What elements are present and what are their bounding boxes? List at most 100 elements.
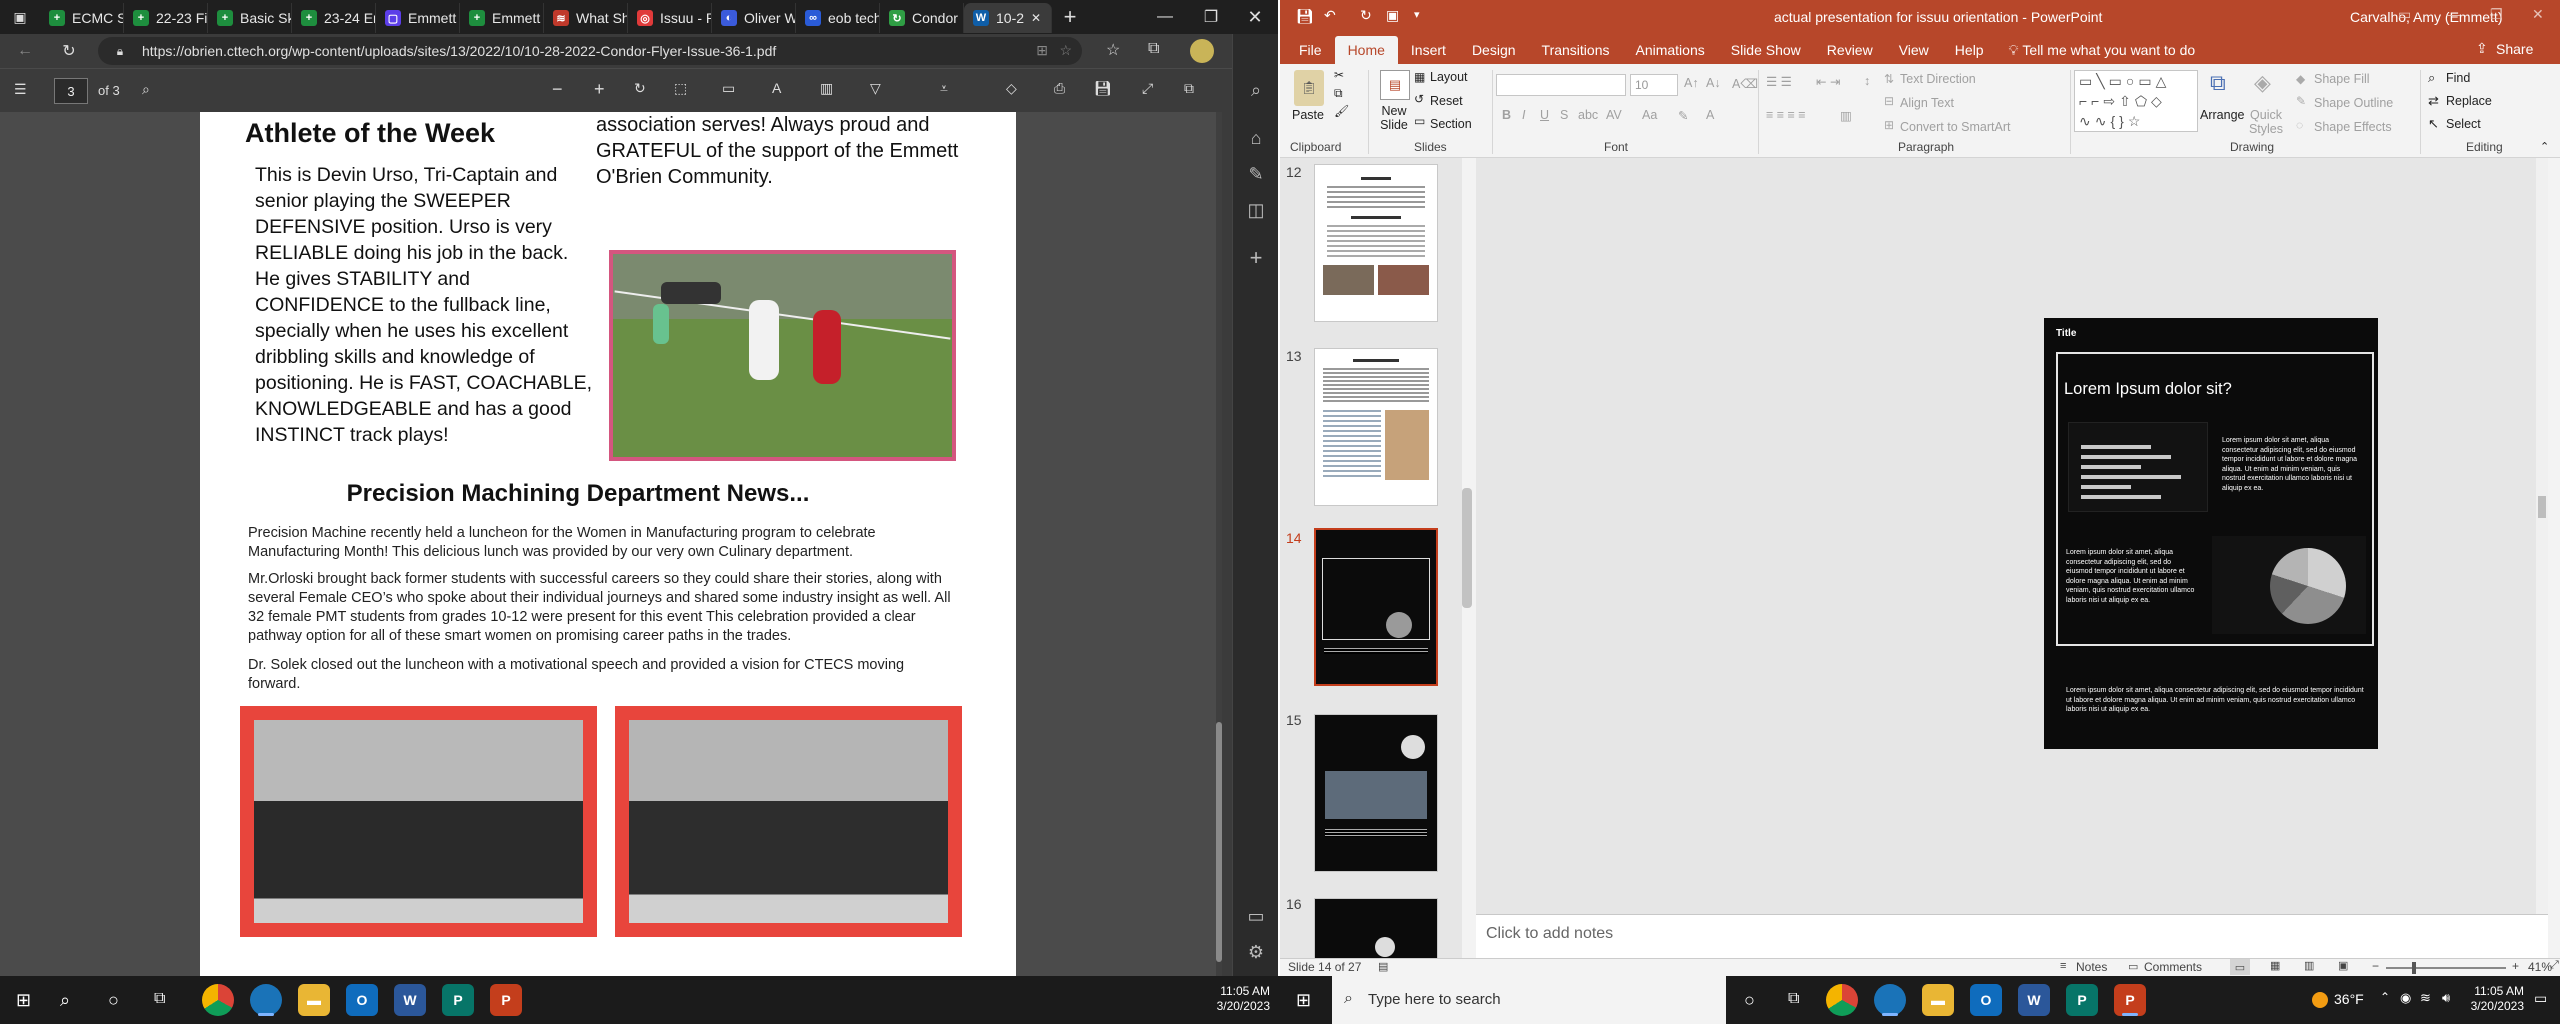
- slide-editor[interactable]: Title Lorem Ipsum dolor sit? Lorem ipsum…: [1476, 158, 2548, 914]
- close-tab-icon[interactable]: ✕: [1031, 11, 1041, 25]
- font-color-icon[interactable]: A: [1706, 108, 1714, 122]
- slide-paragraph-right[interactable]: Lorem ipsum dolor sit amet, aliqua conse…: [2222, 436, 2358, 493]
- fit-slide-icon[interactable]: ⤢: [2550, 959, 2559, 972]
- publisher-taskbar-icon[interactable]: P: [2066, 984, 2098, 1016]
- text-direction-button[interactable]: Text Direction: [1900, 72, 1976, 86]
- close-window-icon[interactable]: ✕: [1240, 0, 1270, 34]
- slide-thumb-13[interactable]: [1314, 348, 1438, 506]
- outlook-taskbar-icon[interactable]: O: [1970, 984, 2002, 1016]
- shape-fill-button[interactable]: Shape Fill: [2314, 72, 2370, 86]
- arrange-icon[interactable]: ⧉: [2210, 70, 2226, 96]
- columns-icon[interactable]: ▥: [1840, 108, 1852, 123]
- layout-button[interactable]: Layout: [1430, 70, 1468, 84]
- ribbon-tab-review[interactable]: Review: [1814, 36, 1886, 64]
- ribbon-options-icon[interactable]: ▭: [2398, 6, 2411, 23]
- slide-heading[interactable]: Lorem Ipsum dolor sit?: [2064, 380, 2232, 399]
- task-view-icon[interactable]: ⧉: [154, 990, 165, 1008]
- page-view-icon[interactable]: ▭: [722, 80, 735, 97]
- paste-icon[interactable]: 📋︎: [1294, 70, 1324, 106]
- start-icon[interactable]: ⊞: [1296, 990, 1311, 1011]
- draw-icon[interactable]: ▽: [870, 80, 881, 97]
- shape-effects-icon[interactable]: ◌: [2296, 118, 2303, 132]
- sidebar-layout-icon[interactable]: ▭: [1244, 904, 1268, 928]
- chrome-taskbar-icon[interactable]: [1826, 984, 1858, 1016]
- shrink-font-icon[interactable]: A↓: [1706, 76, 1721, 90]
- font-name-box[interactable]: [1496, 74, 1626, 96]
- align-text-button[interactable]: Align Text: [1900, 96, 1954, 110]
- clock-right[interactable]: 11:05 AM 3/20/2023: [2464, 984, 2524, 1014]
- thumbnail-scroll-thumb[interactable]: [1462, 488, 1472, 608]
- tell-me-box[interactable]: Tell me what you want to do: [2022, 36, 2195, 64]
- convert-smartart-button[interactable]: Convert to SmartArt: [1900, 120, 2010, 134]
- sidebar-tools-icon[interactable]: ✎: [1244, 162, 1268, 186]
- notes-pane[interactable]: Click to add notes: [1476, 914, 2548, 958]
- spell-check-icon[interactable]: ▤: [1378, 960, 1388, 973]
- minimize-icon[interactable]: —: [2446, 6, 2460, 22]
- reset-button[interactable]: Reset: [1430, 94, 1463, 108]
- url-field[interactable]: 🔒︎ https://obrien.cttech.org/wp-content/…: [98, 37, 1082, 65]
- browser-tab[interactable]: ◐ Oliver W: [712, 3, 796, 33]
- indent-icons[interactable]: ⇤ ⇥: [1816, 74, 1840, 89]
- search-icon[interactable]: ⌕: [60, 990, 70, 1011]
- zoom-in-icon[interactable]: +: [594, 79, 605, 100]
- read-aloud-icon[interactable]: A: [772, 80, 781, 96]
- shape-fill-icon[interactable]: ◆: [2296, 72, 2305, 86]
- save-icon[interactable]: 💾︎: [1296, 8, 1314, 25]
- collapse-ribbon-icon[interactable]: ⌃: [2540, 140, 2549, 153]
- slide-14[interactable]: Title Lorem Ipsum dolor sit? Lorem ipsum…: [2044, 318, 2378, 749]
- restore-icon[interactable]: ❐: [2490, 6, 2503, 23]
- zoom-out-icon[interactable]: −: [2372, 959, 2379, 973]
- close-window-icon[interactable]: ✕: [2532, 6, 2544, 23]
- new-slide-button[interactable]: New Slide: [1374, 104, 1414, 132]
- section-icon[interactable]: ▭: [1414, 114, 1425, 128]
- sidebar-settings-icon[interactable]: ⚙: [1244, 940, 1268, 964]
- layout-icon[interactable]: ▦: [1414, 70, 1425, 84]
- browser-tab[interactable]: ▢ Emmett: [376, 3, 460, 33]
- file-explorer-icon[interactable]: ▬: [298, 984, 330, 1016]
- shadow-icon[interactable]: S: [1560, 108, 1568, 122]
- save-icon[interactable]: 💾︎: [1094, 80, 1112, 97]
- pdf-scrollbar[interactable]: [1216, 112, 1222, 976]
- section-button[interactable]: Section: [1430, 117, 1472, 131]
- zoom-level[interactable]: 41%: [2528, 960, 2552, 974]
- browser-tab[interactable]: + ECMC St: [40, 3, 124, 33]
- smartart-icon[interactable]: ⊞: [1884, 118, 1894, 132]
- shape-effects-button[interactable]: Shape Effects: [2314, 120, 2392, 134]
- highlight-color-icon[interactable]: ✎: [1678, 108, 1688, 123]
- edge-taskbar-icon[interactable]: [1874, 984, 1906, 1016]
- ribbon-tab-design[interactable]: Design: [1459, 36, 1529, 64]
- sidebar-add-icon[interactable]: +: [1244, 245, 1268, 270]
- normal-view-icon[interactable]: ▭: [2230, 959, 2250, 975]
- browser-tab[interactable]: + Basic Ski: [208, 3, 292, 33]
- chrome-taskbar-icon[interactable]: [202, 984, 234, 1016]
- word-taskbar-icon[interactable]: W: [394, 984, 426, 1016]
- bold-icon[interactable]: B: [1502, 108, 1511, 122]
- start-icon[interactable]: ⊞: [16, 990, 31, 1011]
- word-taskbar-icon[interactable]: W: [2018, 984, 2050, 1016]
- redo-icon[interactable]: ↻: [1360, 7, 1372, 24]
- undo-icon[interactable]: ↶: [1324, 7, 1336, 24]
- quick-styles-button[interactable]: Quick Styles: [2246, 108, 2286, 136]
- sidebar-search-icon[interactable]: ⌕: [1244, 78, 1268, 102]
- slide-thumb-16[interactable]: [1314, 898, 1438, 958]
- rotate-icon[interactable]: ↻: [634, 80, 646, 97]
- shape-outline-icon[interactable]: ✎: [2296, 94, 2306, 108]
- align-icons[interactable]: ≡ ≡ ≡ ≡: [1766, 108, 1806, 122]
- cortana-icon[interactable]: ○: [108, 990, 119, 1011]
- clear-format-icon[interactable]: A⌫: [1732, 76, 1758, 91]
- comments-icon[interactable]: ▭: [2128, 960, 2138, 973]
- strikethrough-icon[interactable]: abc: [1578, 108, 1598, 122]
- powerpoint-taskbar-icon[interactable]: P: [490, 984, 522, 1016]
- favorites-icon[interactable]: ☆: [1106, 40, 1120, 60]
- publisher-taskbar-icon[interactable]: P: [442, 984, 474, 1016]
- align-text-icon[interactable]: ⊟: [1884, 94, 1894, 108]
- change-case-icon[interactable]: Aa: [1642, 108, 1657, 122]
- shapes-gallery[interactable]: ▭╲▭○▭△ ⌐⌐⇨⇧⬠◇ ∿∿{}☆: [2074, 70, 2198, 132]
- ribbon-tab-home[interactable]: Home: [1334, 36, 1398, 64]
- editor-scrollbar[interactable]: [2536, 158, 2548, 914]
- zoom-slider[interactable]: [2386, 962, 2506, 974]
- back-icon[interactable]: ←: [14, 40, 36, 62]
- slide-title-placeholder[interactable]: Title: [2056, 328, 2076, 339]
- immersive-reader-icon[interactable]: ▥: [820, 80, 833, 97]
- file-explorer-icon[interactable]: ▬: [1922, 984, 1954, 1016]
